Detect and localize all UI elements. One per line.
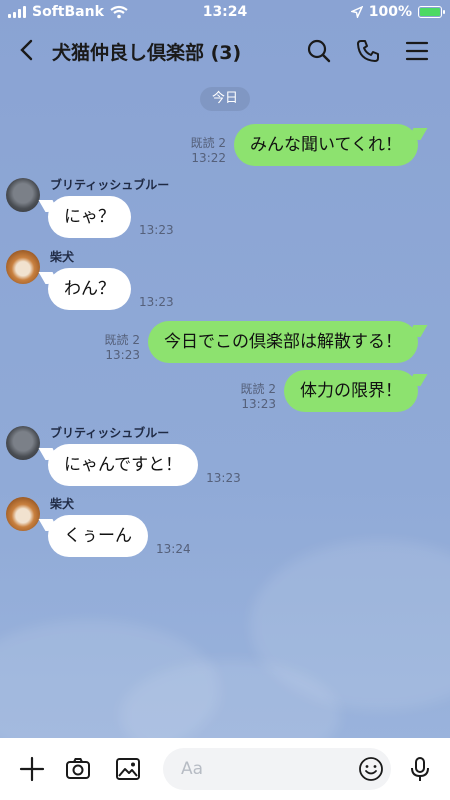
sender-name: 柴犬	[50, 497, 75, 511]
image-icon[interactable]	[114, 755, 142, 783]
message-time: 13:23	[105, 348, 140, 362]
plus-icon[interactable]	[18, 755, 46, 783]
message-time: 13:23	[206, 471, 241, 485]
location-icon	[350, 6, 363, 18]
cat-avatar[interactable]	[6, 426, 40, 460]
message-bubble[interactable]: にゃ？	[48, 196, 131, 238]
sender-name: ブリティッシュブルー	[50, 426, 170, 440]
battery-icon	[418, 6, 445, 18]
message-bubble[interactable]: わん？	[48, 268, 131, 310]
message-time: 13:23	[241, 397, 276, 411]
message-row: にゃんですと！ 13:23	[48, 444, 241, 486]
dog-avatar[interactable]	[6, 250, 40, 284]
message-time: 13:23	[139, 223, 174, 237]
message-meta: 既読 2 13:23	[105, 333, 140, 363]
status-bar: SoftBank 13:24 100%	[0, 0, 450, 26]
message-meta: 既読 2 13:22	[191, 136, 226, 166]
message-input-bar	[0, 738, 450, 800]
battery-fill	[420, 8, 440, 16]
message-time: 13:22	[191, 151, 227, 165]
search-icon[interactable]	[305, 37, 333, 65]
camera-icon[interactable]	[64, 755, 92, 783]
phone-icon[interactable]	[354, 37, 382, 65]
read-receipt: 既読 2	[190, 136, 227, 150]
message-outgoing: 既読 2 13:22 みんな聞いてくれ！	[191, 124, 418, 166]
read-receipt: 既読 2	[240, 382, 276, 396]
back-arrow-icon[interactable]	[14, 36, 42, 64]
chat-header: 犬猫仲良し倶楽部 (3)	[0, 26, 450, 76]
sender-name: 柴犬	[50, 250, 75, 264]
read-receipt: 既読 2	[104, 333, 140, 347]
date-separator: 今日	[200, 87, 250, 111]
message-incoming: 柴犬 わん？ 13:23	[6, 250, 306, 314]
message-meta: 既読 2 13:23	[241, 382, 276, 412]
message-time: 13:23	[139, 295, 174, 309]
dog-avatar[interactable]	[6, 497, 40, 531]
chat-title: 犬猫仲良し倶楽部 (3)	[52, 42, 242, 64]
cat-avatar[interactable]	[6, 178, 40, 212]
message-bubble[interactable]: みんな聞いてくれ！	[234, 124, 418, 166]
message-row: わん？ 13:23	[48, 268, 174, 310]
message-bubble[interactable]: 体力の限界！	[284, 370, 418, 412]
message-row: くぅーん 13:24	[48, 515, 191, 557]
battery-percent: 100%	[368, 4, 412, 20]
emoji-icon[interactable]	[358, 756, 384, 782]
message-bubble[interactable]: にゃんですと！	[48, 444, 199, 486]
chat-screen: SoftBank 13:24 100% 犬猫仲良し倶楽部 (3) 今日 既読 2…	[0, 0, 450, 800]
message-outgoing: 既読 2 13:23 今日でこの倶楽部は解散する！	[105, 321, 418, 363]
status-right: 100%	[350, 4, 445, 20]
sender-name: ブリティッシュブルー	[50, 178, 170, 192]
message-row: にゃ？ 13:23	[48, 196, 174, 238]
message-input[interactable]	[163, 748, 391, 790]
message-time: 13:24	[156, 542, 191, 556]
message-incoming: 柴犬 くぅーん 13:24	[6, 497, 306, 561]
message-outgoing: 既読 2 13:23 体力の限界！	[241, 370, 418, 412]
message-bubble[interactable]: 今日でこの倶楽部は解散する！	[148, 321, 418, 363]
message-bubble[interactable]: くぅーん	[48, 515, 148, 557]
menu-icon[interactable]	[403, 37, 431, 65]
microphone-icon[interactable]	[406, 755, 434, 783]
message-incoming: ブリティッシュブルー にゃ？ 13:23	[6, 178, 306, 242]
message-incoming: ブリティッシュブルー にゃんですと！ 13:23	[6, 426, 306, 490]
